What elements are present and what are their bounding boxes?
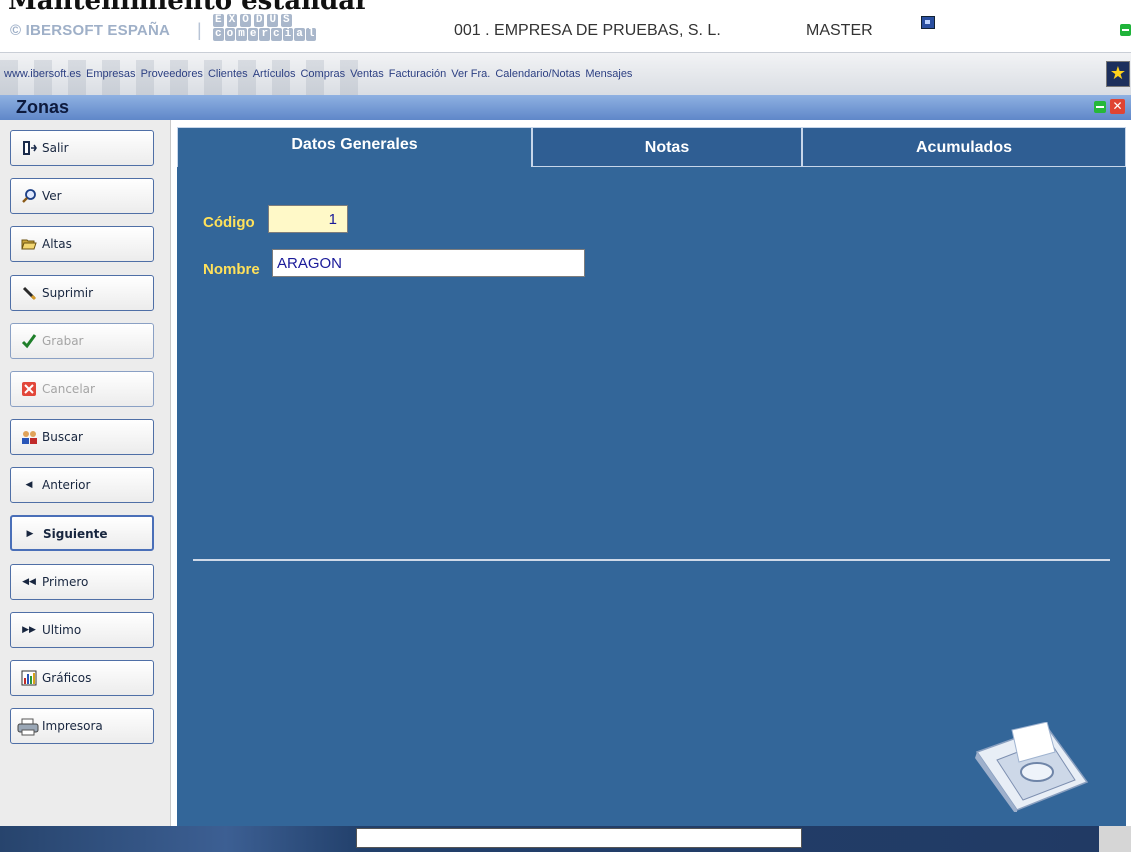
logo-letter: c [213,28,224,41]
siguiente-label: Siguiente [43,527,108,541]
menu-item-empresas[interactable]: Empresas [86,68,136,80]
logo-letter: r [259,28,271,41]
suprimir-button[interactable]: Suprimir [10,275,154,311]
brand-name: © IBERSOFT ESPAÑA [10,22,171,39]
main-panel: Datos Generales Notas Acumulados Código … [177,127,1126,826]
suprimir-label: Suprimir [42,286,94,300]
people-search-icon [21,429,37,445]
window-minimize-button[interactable] [1094,101,1106,113]
cancelar-label: Cancelar [42,382,95,396]
logo-letter: E [213,14,224,27]
menu-item-compras[interactable]: Compras [300,68,345,80]
anterior-button[interactable]: ◀ Anterior [10,467,154,503]
brand-header: © IBERSOFT ESPAÑA | E X O D U S c o m e … [0,14,1131,52]
company-name: 001 . EMPRESA DE PRUEBAS, S. L. [454,22,721,39]
logo-letter: U [267,14,279,27]
eraser-icon [21,285,37,301]
scanner-illustration-icon [975,722,1089,812]
open-folder-icon [21,236,37,252]
menu-item-ver-fra[interactable]: Ver Fra. [451,68,490,80]
printer-icon [17,718,39,736]
buscar-label: Buscar [42,430,83,444]
double-right-icon: ▶▶ [22,625,36,635]
brand-separator: | [197,20,202,40]
primero-button[interactable]: ◀◀ Primero [10,564,154,600]
taskbar-tray [1099,826,1131,852]
taskbar [0,826,1131,852]
buscar-button[interactable]: Buscar [10,419,154,455]
anterior-label: Anterior [42,478,91,492]
action-sidebar: Salir Ver Altas Suprimir Grabar Cancelar [0,120,171,826]
logo-letter: D [253,14,265,27]
codigo-label: Código [203,214,255,231]
codigo-field[interactable] [268,205,348,233]
ultimo-label: Ultimo [42,623,82,637]
user-name: MASTER [806,22,873,39]
menu-item-clientes[interactable]: Clientes [208,68,248,80]
salir-button[interactable]: Salir [10,130,154,166]
impresora-label: Impresora [42,719,103,733]
magnifier-icon [21,188,37,204]
logo-letter: c [271,28,282,41]
grabar-button[interactable]: Grabar [10,323,154,359]
tab-notas[interactable]: Notas [532,127,802,167]
taskbar-status-field[interactable] [356,828,802,848]
menu-item-mensajes[interactable]: Mensajes [585,68,632,80]
checkmark-icon [21,333,37,349]
logo-letter: O [240,14,251,27]
menu-item-ventas[interactable]: Ventas [350,68,384,80]
graficos-button[interactable]: Gráficos [10,660,154,696]
menu-item-proveedores[interactable]: Proveedores [141,68,203,80]
menu-item-facturacion[interactable]: Facturación [389,68,446,80]
triangle-left-icon: ◀ [25,480,33,490]
siguiente-button[interactable]: ▶ Siguiente [10,515,154,551]
ver-button[interactable]: Ver [10,178,154,214]
graficos-label: Gráficos [42,671,92,685]
cancel-x-icon [21,381,37,397]
window-title-bar: Zonas ✕ [0,95,1131,120]
ver-label: Ver [42,189,62,203]
logo-letter: i [282,28,294,41]
primero-label: Primero [42,575,89,589]
exodus-logo: E X O D U S c o m e r c i a l [213,14,343,41]
minimize-icon[interactable] [1120,24,1131,36]
altas-label: Altas [42,237,72,251]
logo-letter: e [247,28,259,41]
bar-chart-icon [21,670,37,686]
cancelar-button[interactable]: Cancelar [10,371,154,407]
window-close-button[interactable]: ✕ [1110,99,1125,114]
logo-letter: X [226,14,238,27]
logo-letter: m [236,28,247,41]
tab-acumulados[interactable]: Acumulados [802,127,1126,167]
ultimo-button[interactable]: ▶▶ Ultimo [10,612,154,648]
tab-datos-generales[interactable]: Datos Generales [177,127,532,167]
exit-door-icon [21,140,37,156]
menu-item-articulos[interactable]: Artículos [253,68,296,80]
logo-letter: o [224,28,236,41]
nombre-field[interactable] [272,249,585,277]
triangle-right-icon: ▶ [26,529,34,539]
menu-item-calendario-notas[interactable]: Calendario/Notas [495,68,580,80]
salir-label: Salir [42,141,69,155]
section-divider [193,559,1110,561]
star-icon[interactable]: ★ [1106,61,1130,87]
menu-bar: www.ibersoft.es Empresas Proveedores Cli… [0,52,1131,96]
altas-button[interactable]: Altas [10,226,154,262]
logo-letter: S [281,14,292,27]
impresora-button[interactable]: Impresora [10,708,154,744]
logo-letter: l [305,28,317,41]
logo-letter: a [294,28,305,41]
monitor-icon[interactable] [921,16,935,29]
menu-item-website[interactable]: www.ibersoft.es [4,68,81,80]
double-left-icon: ◀◀ [22,577,36,587]
nombre-label: Nombre [203,261,260,278]
window-title: Zonas [16,97,70,117]
grabar-label: Grabar [42,334,84,348]
